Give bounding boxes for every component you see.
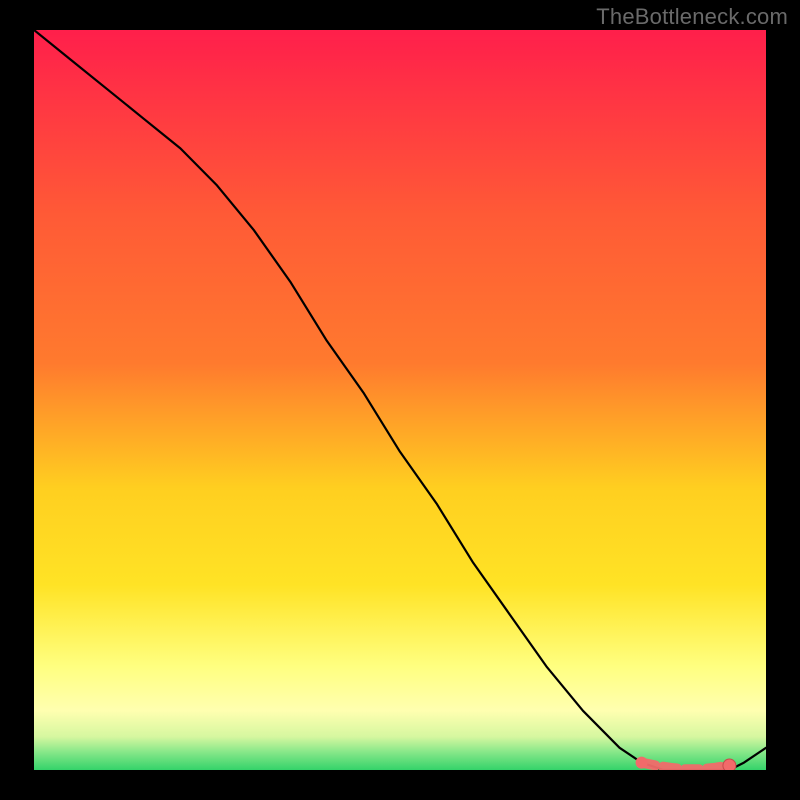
plot-area	[34, 30, 766, 770]
chart-frame: TheBottleneck.com	[0, 0, 800, 800]
watermark-text: TheBottleneck.com	[596, 4, 788, 30]
valley-start-dot	[636, 757, 648, 769]
gradient-background	[34, 30, 766, 770]
chart-svg	[34, 30, 766, 770]
vertical-marker-dot	[723, 759, 736, 770]
